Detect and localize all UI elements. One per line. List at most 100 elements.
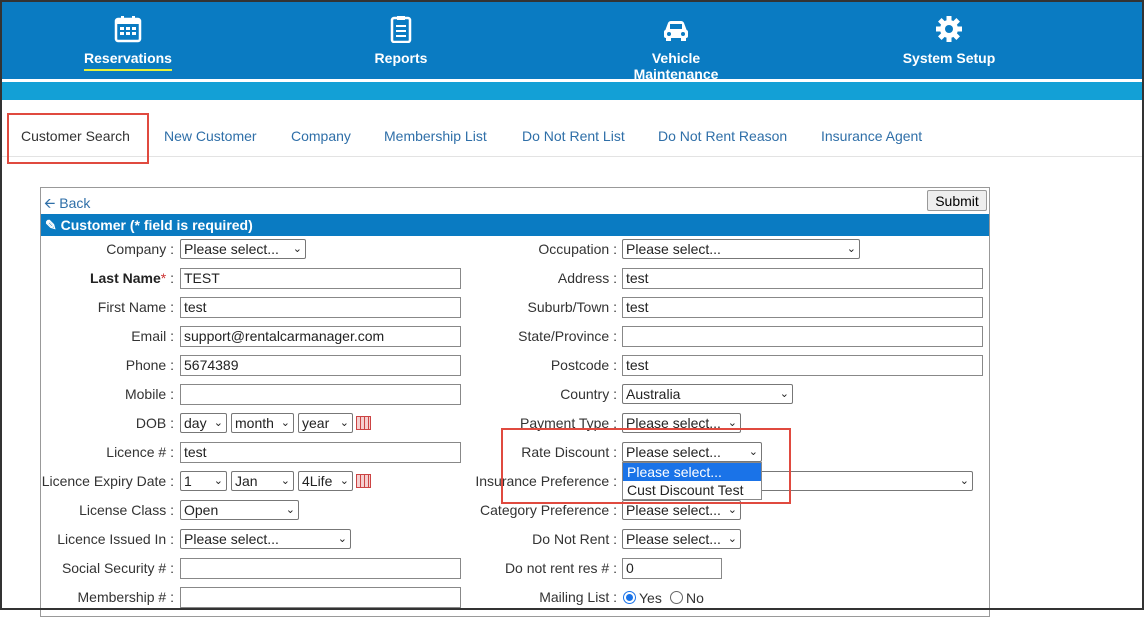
do-not-rent-value: Please select... — [626, 531, 721, 547]
clipboard-icon — [390, 16, 412, 43]
mailing-no-radio[interactable] — [670, 591, 683, 604]
last-name-label: Last Name* : — [89, 270, 174, 286]
expiry-month-value: Jan — [235, 473, 258, 489]
expiry-day-select[interactable]: 1 ⌄ — [180, 471, 227, 491]
company-value: Please select... — [184, 241, 279, 257]
dob-month-value: month — [235, 415, 274, 431]
chevron-down-icon: ⌄ — [846, 243, 856, 255]
nav-reports[interactable]: Reports — [370, 2, 432, 79]
calendar-icon — [114, 16, 142, 43]
postcode-label: Postcode : — [550, 357, 617, 373]
chevron-down-icon: ⌄ — [959, 475, 969, 487]
section-header: ✎ Customer (* field is required) — [41, 214, 989, 236]
dropdown-option[interactable]: Please select... — [623, 463, 761, 481]
country-select[interactable]: Australia ⌄ — [622, 384, 793, 404]
do-not-rent-res-field[interactable]: 0 — [622, 558, 722, 579]
submit-button[interactable]: Submit — [927, 190, 987, 211]
tab-do-not-rent-list[interactable]: Do Not Rent List — [522, 128, 625, 144]
occupation-select[interactable]: Please select... ⌄ — [622, 239, 860, 259]
tab-new-customer[interactable]: New Customer — [164, 128, 257, 144]
top-navigation: Reservations Reports Vehicle Maintenance… — [2, 2, 1142, 82]
chevron-down-icon: ⌄ — [285, 504, 295, 516]
mailing-no-label: No — [686, 590, 704, 606]
tab-do-not-rent-reason[interactable]: Do Not Rent Reason — [658, 128, 787, 144]
country-label: Country : — [560, 386, 617, 402]
chevron-down-icon: ⌄ — [727, 504, 737, 516]
pencil-icon: ✎ — [45, 217, 57, 233]
chevron-down-icon: ⌄ — [292, 243, 302, 255]
first-name-label: First Name : — [97, 299, 174, 315]
chevron-down-icon: ⌄ — [779, 388, 789, 400]
suburb-field[interactable]: test — [622, 297, 983, 318]
email-field[interactable]: support@rentalcarmanager.com — [180, 326, 461, 347]
customer-tabs: Customer Search New Customer Company Mem… — [2, 100, 1142, 157]
nav-vehicle-maintenance[interactable]: Vehicle Maintenance — [608, 2, 744, 82]
state-label: State/Province : — [518, 328, 617, 344]
mobile-field[interactable] — [180, 384, 461, 405]
dob-day-value: day — [184, 415, 207, 431]
tab-membership-list[interactable]: Membership List — [384, 128, 487, 144]
address-label: Address : — [557, 270, 617, 286]
mailing-yes-radio[interactable] — [623, 591, 636, 604]
social-security-field[interactable] — [180, 558, 461, 579]
do-not-rent-res-label: Do not rent res # : — [504, 560, 617, 576]
tab-insurance-agent[interactable]: Insurance Agent — [821, 128, 922, 144]
do-not-rent-label: Do Not Rent : — [532, 531, 617, 547]
expiry-month-select[interactable]: Jan ⌄ — [231, 471, 294, 491]
email-label: Email : — [131, 328, 174, 344]
category-pref-label: Category Preference : — [480, 502, 617, 518]
last-name-field[interactable]: TEST — [180, 268, 461, 289]
membership-field[interactable] — [180, 587, 461, 608]
calendar-picker-icon[interactable] — [356, 416, 371, 430]
sub-band — [2, 82, 1142, 100]
dob-day-select[interactable]: day ⌄ — [180, 413, 227, 433]
required-marker: * — [160, 270, 167, 286]
chevron-down-icon: ⌄ — [280, 417, 290, 429]
phone-label: Phone : — [125, 357, 174, 373]
dob-year-select[interactable]: year ⌄ — [298, 413, 353, 433]
calendar-picker-icon[interactable] — [356, 474, 371, 488]
last-name-text: Last Name — [89, 270, 161, 286]
state-field[interactable] — [622, 326, 983, 347]
mailing-list-label: Mailing List : — [539, 589, 617, 605]
membership-label: Membership # : — [77, 589, 174, 605]
chevron-down-icon: ⌄ — [339, 475, 349, 487]
expiry-day-value: 1 — [184, 473, 192, 489]
car-icon — [664, 21, 688, 41]
nav-reports-label: Reports — [374, 50, 428, 66]
dropdown-option[interactable]: Cust Discount Test — [623, 481, 761, 499]
nav-reservations-label: Reservations — [84, 50, 172, 71]
chevron-down-icon: ⌄ — [337, 533, 347, 545]
chevron-down-icon: ⌄ — [280, 475, 290, 487]
chevron-down-icon: ⌄ — [213, 475, 223, 487]
first-name-field[interactable]: test — [180, 297, 461, 318]
suburb-label: Suburb/Town : — [527, 299, 618, 315]
licence-issued-select[interactable]: Please select... ⌄ — [180, 529, 351, 549]
back-label: Back — [59, 195, 91, 211]
nav-system-setup[interactable]: System Setup — [902, 2, 996, 79]
highlight-box-tab — [7, 113, 149, 164]
expiry-year-select[interactable]: 4Life ⌄ — [298, 471, 353, 491]
occupation-value: Please select... — [626, 241, 721, 257]
occupation-label: Occupation : — [538, 241, 617, 257]
licence-issued-label: Licence Issued In : — [57, 531, 174, 547]
arrow-left-icon: 🡨 — [44, 195, 56, 211]
nav-reservations[interactable]: Reservations — [82, 2, 174, 79]
company-select[interactable]: Please select... ⌄ — [180, 239, 306, 259]
gear-icon — [936, 16, 962, 42]
social-security-label: Social Security # : — [61, 560, 174, 576]
mobile-label: Mobile : — [124, 386, 174, 402]
dob-label: DOB : — [135, 415, 174, 431]
dob-month-select[interactable]: month ⌄ — [231, 413, 294, 433]
expiry-year-value: 4Life — [302, 473, 333, 489]
license-class-select[interactable]: Open ⌄ — [180, 500, 299, 520]
postcode-field[interactable]: test — [622, 355, 983, 376]
licence-issued-value: Please select... — [184, 531, 279, 547]
section-title: Customer (* field is required) — [60, 217, 253, 233]
phone-field[interactable]: 5674389 — [180, 355, 461, 376]
do-not-rent-select[interactable]: Please select... ⌄ — [622, 529, 741, 549]
licence-field[interactable]: test — [180, 442, 461, 463]
address-field[interactable]: test — [622, 268, 983, 289]
tab-company[interactable]: Company — [291, 128, 351, 144]
license-class-label: License Class : — [79, 502, 174, 518]
